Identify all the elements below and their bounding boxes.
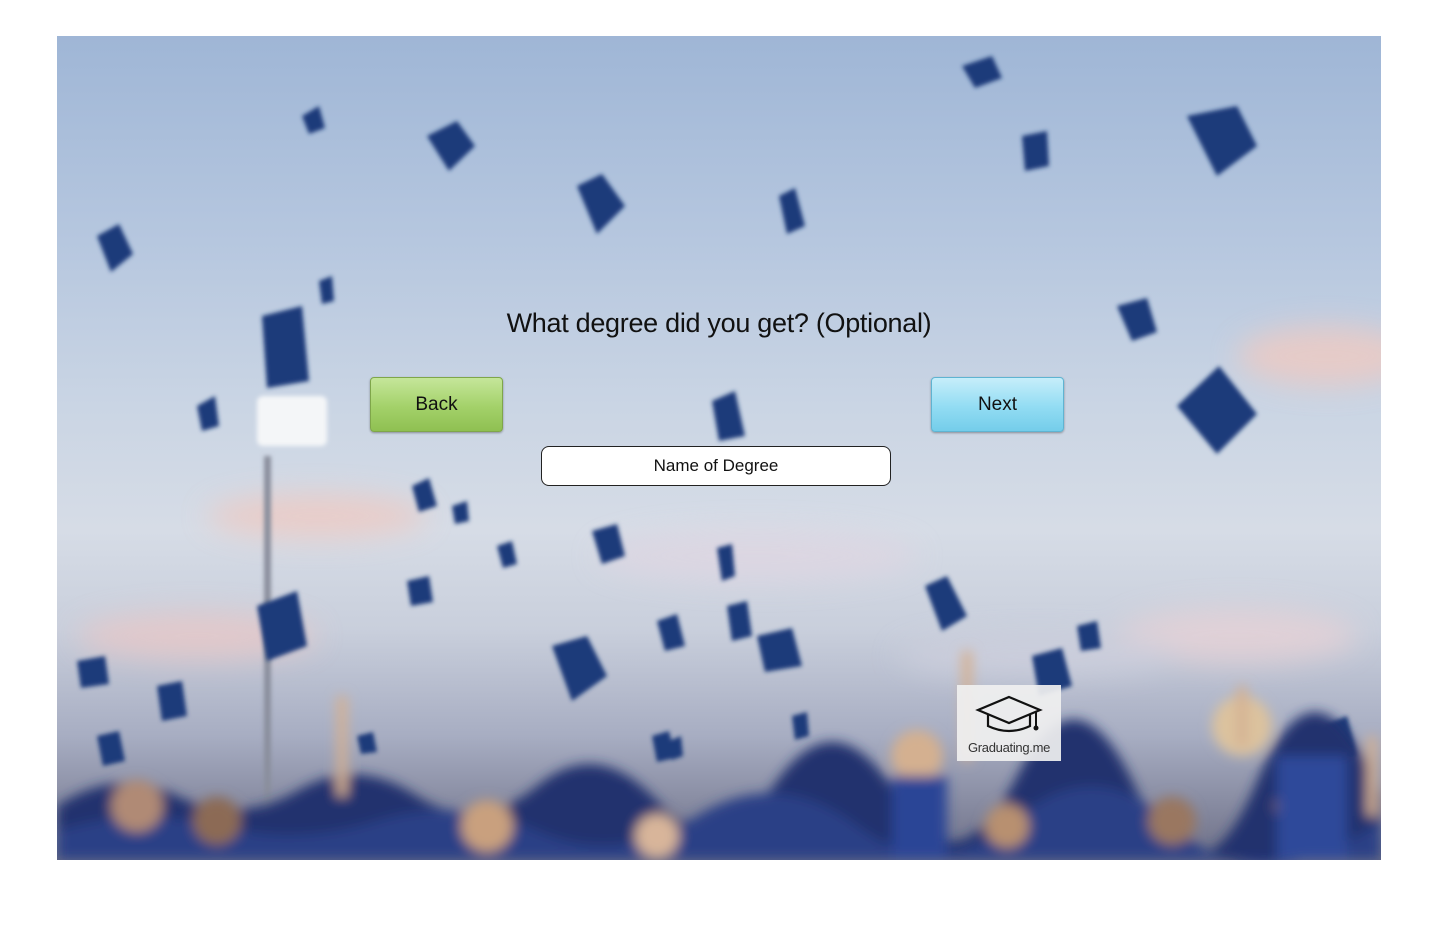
page-title: What degree did you get? (Optional) (506, 308, 932, 338)
graduating-me-logo: Graduating.me (957, 685, 1061, 761)
back-button[interactable]: Back (370, 377, 503, 432)
logo-text: Graduating.me (967, 740, 1051, 755)
degree-name-input[interactable] (541, 446, 891, 486)
graduation-cap-icon (975, 695, 1043, 733)
background-photo-panel: What degree did you get? (Optional) Back… (57, 36, 1381, 860)
next-button[interactable]: Next (931, 377, 1064, 432)
next-button-label: Next (977, 393, 1018, 415)
back-button-label: Back (415, 393, 458, 415)
